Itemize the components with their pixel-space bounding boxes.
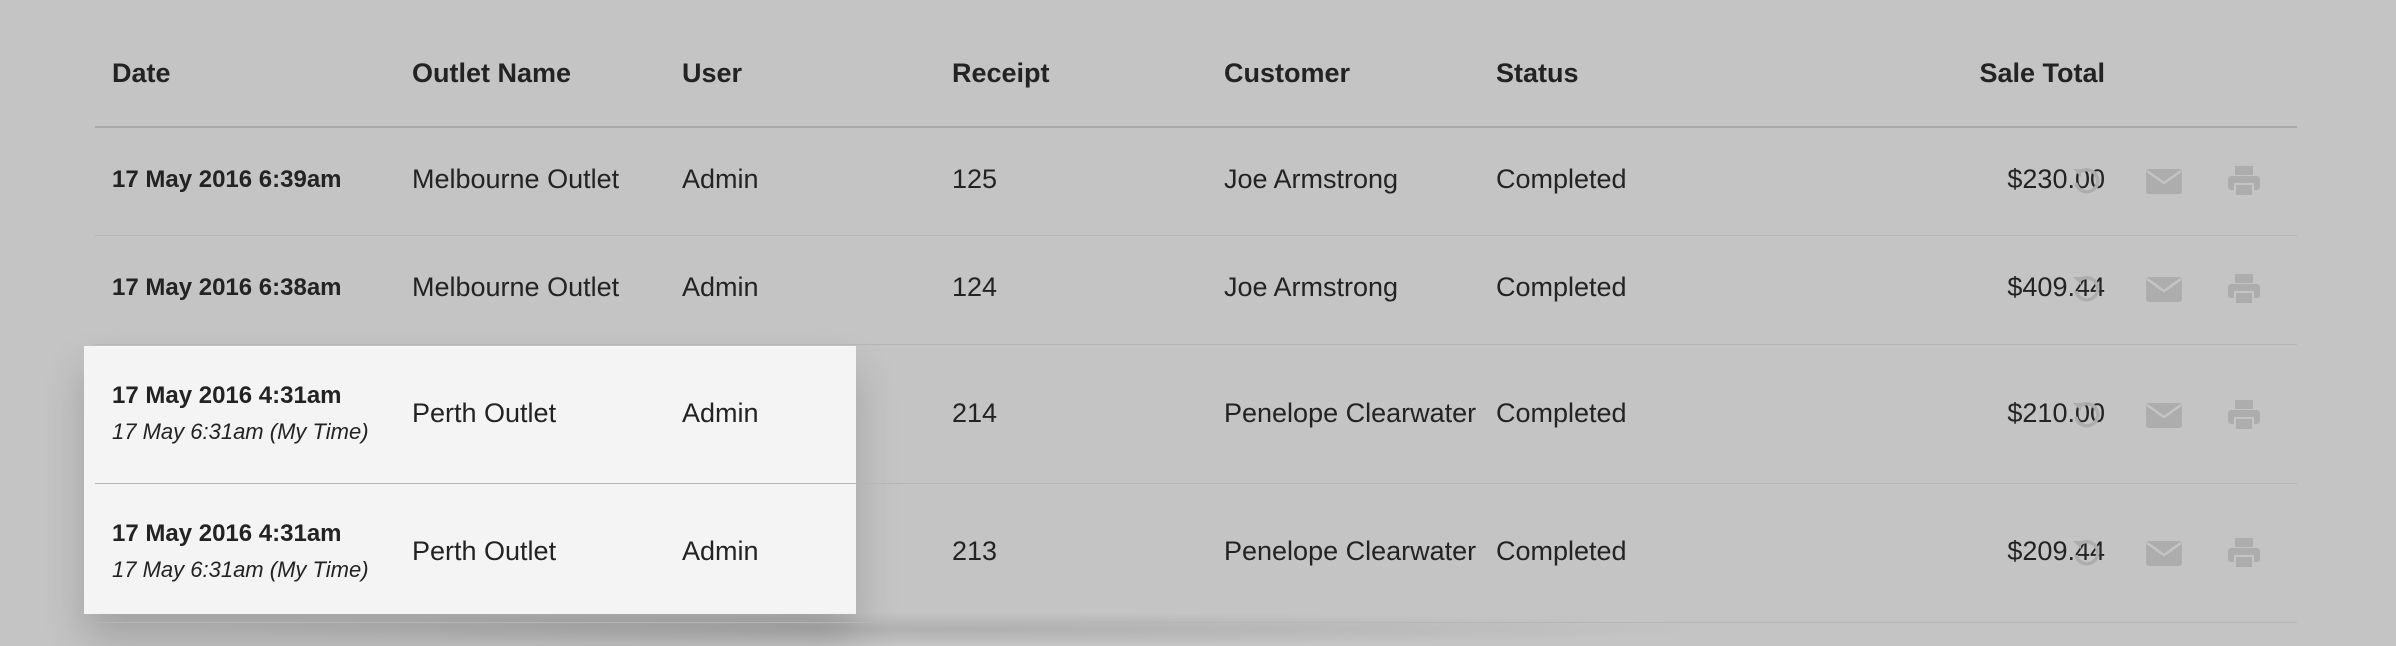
email-icon[interactable] [2144, 161, 2184, 201]
receipt-number: 213 [952, 536, 998, 566]
print-icon[interactable] [2224, 533, 2264, 573]
table-header: Date Outlet Name User Receipt Customer S… [95, 0, 2297, 128]
outlet-name: Melbourne Outlet [412, 272, 620, 302]
return-icon[interactable] [2067, 161, 2107, 201]
return-icon[interactable] [2067, 269, 2107, 309]
sale-status: Completed [1496, 398, 1627, 428]
user-name: Admin [682, 164, 759, 194]
receipt-number: 214 [952, 398, 998, 428]
email-icon[interactable] [2144, 269, 2184, 309]
table-row[interactable]: 17 May 2016 4:31am 17 May 6:31am (My Tim… [95, 346, 2297, 483]
print-icon[interactable] [2224, 161, 2264, 201]
print-icon[interactable] [2224, 269, 2264, 309]
header-receipt[interactable]: Receipt [952, 58, 1050, 89]
sale-total: $230.00 [2007, 164, 2105, 194]
user-name: Admin [682, 536, 759, 566]
sale-date: 17 May 2016 4:31am [112, 520, 342, 547]
header-customer[interactable]: Customer [1224, 58, 1350, 89]
sale-status: Completed [1496, 272, 1627, 302]
sale-date-local: 17 May 6:31am (My Time) [112, 419, 369, 444]
return-icon[interactable] [2067, 533, 2107, 573]
user-name: Admin [682, 272, 759, 302]
header-status[interactable]: Status [1496, 58, 1579, 89]
outlet-name: Perth Outlet [412, 536, 557, 566]
receipt-number: 124 [952, 272, 998, 302]
header-sale-total[interactable]: Sale Total [1805, 58, 2105, 89]
sale-status: Completed [1496, 164, 1627, 194]
customer-name: Penelope Clearwater [1224, 536, 1477, 566]
email-icon[interactable] [2144, 533, 2184, 573]
receipt-number: 125 [952, 164, 998, 194]
sale-total: $210.00 [2007, 398, 2105, 428]
sale-date-local: 17 May 6:31am (My Time) [112, 557, 369, 582]
header-user[interactable]: User [682, 58, 742, 89]
return-icon[interactable] [2067, 395, 2107, 435]
user-name: Admin [682, 398, 759, 428]
outlet-name: Melbourne Outlet [412, 164, 620, 194]
sale-total: $209.44 [2007, 536, 2105, 566]
sale-date: 17 May 2016 6:38am [112, 274, 342, 301]
customer-name: Penelope Clearwater [1224, 398, 1477, 428]
sale-date: 17 May 2016 4:31am [112, 382, 342, 409]
print-icon[interactable] [2224, 395, 2264, 435]
sale-date: 17 May 2016 6:39am [112, 166, 342, 193]
customer-name: Joe Armstrong [1224, 272, 1399, 302]
row-divider [95, 622, 2297, 623]
header-outlet-name[interactable]: Outlet Name [412, 58, 571, 89]
sales-table: Date Outlet Name User Receipt Customer S… [95, 0, 2297, 623]
header-date[interactable]: Date [112, 58, 171, 89]
sale-status: Completed [1496, 536, 1627, 566]
outlet-name: Perth Outlet [412, 398, 557, 428]
table-row[interactable]: 17 May 2016 4:31am 17 May 6:31am (My Tim… [95, 484, 2297, 622]
email-icon[interactable] [2144, 395, 2184, 435]
customer-name: Joe Armstrong [1224, 164, 1399, 194]
table-row[interactable]: 17 May 2016 6:39am Melbourne Outlet Admi… [95, 128, 2297, 236]
table-row[interactable]: 17 May 2016 6:38am Melbourne Outlet Admi… [95, 236, 2297, 345]
sale-total: $409.44 [2007, 272, 2105, 302]
